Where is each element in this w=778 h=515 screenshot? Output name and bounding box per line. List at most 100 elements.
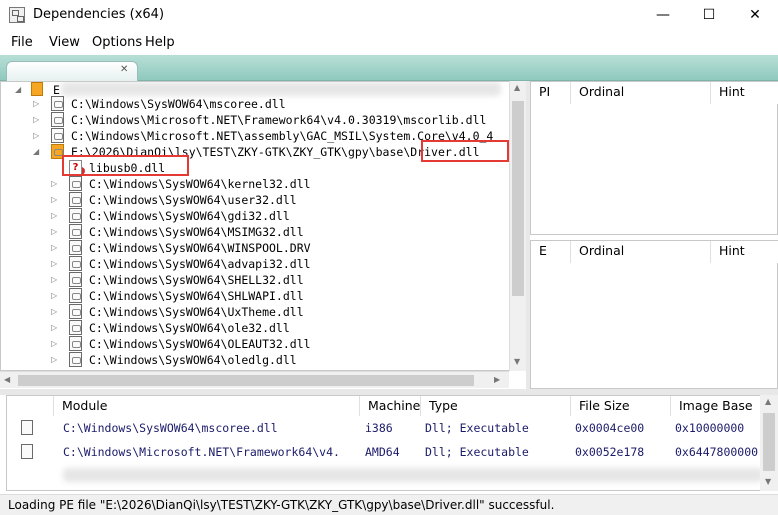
- module-file-icon: [21, 444, 33, 459]
- module-icon: [31, 82, 43, 96]
- module-file-icon: [69, 208, 82, 223]
- scroll-down-icon[interactable]: ▼: [514, 357, 520, 366]
- column-ordinal[interactable]: Ordinal: [571, 82, 711, 104]
- expand-icon[interactable]: ▷: [51, 211, 57, 220]
- module-image-base: 0x10000000: [675, 421, 745, 435]
- module-image-base: 0x6447800000: [675, 445, 759, 459]
- column-hint[interactable]: Hint: [711, 241, 778, 263]
- column-icon: [7, 396, 54, 416]
- tree-item-label: C:\Windows\SysWOW64\user32.dll: [89, 193, 297, 207]
- column-machine[interactable]: Machine: [360, 396, 421, 416]
- column-type[interactable]: Type: [421, 396, 571, 416]
- expand-icon[interactable]: ▷: [51, 259, 57, 268]
- expand-icon[interactable]: ▷: [51, 339, 57, 348]
- module-file-icon: [51, 128, 64, 143]
- module-machine: AMD64: [365, 445, 400, 459]
- tree-horizontal-scrollbar[interactable]: ◀ ▶: [0, 371, 509, 388]
- scroll-right-icon[interactable]: ▶: [494, 375, 500, 384]
- collapse-icon[interactable]: ◢: [15, 85, 21, 94]
- scroll-thumb[interactable]: [763, 413, 775, 471]
- close-button[interactable]: ✕: [732, 0, 778, 30]
- column-image-base[interactable]: Image Base: [671, 396, 771, 416]
- title-bar: Dependencies (x64) — ☐ ✕: [0, 0, 778, 30]
- module-file-icon: [51, 112, 64, 127]
- tab-strip: ✕: [0, 55, 778, 81]
- menu-file[interactable]: File: [11, 35, 33, 50]
- tree-item-label: C:\Windows\SysWOW64\OLEAUT32.dll: [89, 337, 311, 351]
- module-file-icon: [21, 420, 33, 435]
- module-file-icon: [69, 192, 82, 207]
- tree-item-label: C:\Windows\SysWOW64\mscoree.dll: [71, 97, 286, 111]
- highlight-box-libusb: [62, 155, 189, 176]
- module-file-icon: [69, 176, 82, 191]
- tree-item-label: C:\Windows\SysWOW64\ole32.dll: [89, 321, 290, 335]
- module-machine: i386: [365, 421, 393, 435]
- tree-item-label: C:\Windows\SysWOW64\SHLWAPI.dll: [89, 289, 304, 303]
- scroll-down-icon[interactable]: ▼: [765, 477, 771, 486]
- expand-icon[interactable]: ▷: [33, 115, 39, 124]
- menu-view[interactable]: View: [49, 35, 80, 50]
- column-ordinal[interactable]: Ordinal: [571, 241, 711, 263]
- scroll-up-icon[interactable]: ▲: [514, 83, 520, 92]
- module-row[interactable]: C:\Windows\Microsoft.NET\Framework64\v4.…: [7, 441, 767, 465]
- expand-icon[interactable]: ▷: [51, 323, 57, 332]
- tree-item-label: C:\Windows\SysWOW64\MSIMG32.dll: [89, 225, 304, 239]
- scroll-thumb[interactable]: [512, 101, 524, 296]
- module-row[interactable]: C:\Windows\SysWOW64\mscoree.dll i386 Dll…: [7, 417, 767, 441]
- tree-vertical-scrollbar[interactable]: ▲ ▼: [509, 81, 526, 371]
- exports-list[interactable]: E Ordinal Hint: [530, 240, 778, 389]
- module-file-size: 0x0004ce00: [575, 421, 645, 435]
- expand-icon[interactable]: ▷: [51, 227, 57, 236]
- module-file-icon: [69, 352, 82, 367]
- app-icon: [9, 7, 25, 23]
- minimize-button[interactable]: —: [640, 0, 686, 30]
- tree-item-label: C:\Windows\SysWOW64\kernel32.dll: [89, 177, 311, 191]
- module-file-icon: [69, 320, 82, 335]
- tree-item-label: C:\Windows\SysWOW64\WINSPOOL.DRV: [89, 241, 311, 255]
- dependency-tree[interactable]: ◢ E ▷ C:\Windows\SysWOW64\mscoree.dll ▷ C:\…: [0, 81, 526, 371]
- column-file-size[interactable]: File Size: [571, 396, 671, 416]
- tree-item-label: C:\Windows\SysWOW64\oledlg.dll: [89, 353, 297, 367]
- expand-icon[interactable]: ▷: [51, 275, 57, 284]
- status-text: Loading PE file "E:\2026\DianQi\lsy\TEST…: [8, 498, 555, 512]
- modules-vertical-scrollbar[interactable]: ▲ ▼: [760, 395, 778, 491]
- module-file-icon: [69, 272, 82, 287]
- scroll-left-icon[interactable]: ◀: [4, 375, 10, 384]
- tree-item-label: C:\Windows\Microsoft.NET\Framework64\v4.…: [71, 113, 487, 127]
- modules-list[interactable]: Module Machine Type File Size Image Base…: [6, 395, 778, 491]
- expand-icon[interactable]: ▷: [51, 195, 57, 204]
- module-type: Dll; Executable: [425, 445, 529, 459]
- tree-item-label: C:\Windows\SysWOW64\advapi32.dll: [89, 257, 311, 271]
- imports-list[interactable]: PI Ordinal Hint: [530, 81, 778, 235]
- module-file-icon: [69, 256, 82, 271]
- expand-icon[interactable]: ▷: [33, 99, 39, 108]
- scroll-up-icon[interactable]: ▲: [765, 397, 771, 406]
- document-tab[interactable]: [6, 61, 138, 81]
- tab-close-icon[interactable]: ✕: [120, 64, 128, 75]
- status-bar: Loading PE file "E:\2026\DianQi\lsy\TEST…: [0, 494, 778, 515]
- expand-icon[interactable]: ▷: [51, 307, 57, 316]
- menu-options[interactable]: Options: [92, 35, 142, 50]
- module-type: Dll; Executable: [425, 421, 529, 435]
- expand-icon[interactable]: ▷: [33, 131, 39, 140]
- tree-item-label: C:\Windows\SysWOW64\gdi32.dll: [89, 209, 290, 223]
- expand-icon[interactable]: ▷: [51, 243, 57, 252]
- tree-item-label: C:\Windows\SysWOW64\UxTheme.dll: [89, 305, 304, 319]
- highlight-box-driver: [421, 140, 509, 162]
- expand-icon[interactable]: ▷: [51, 355, 57, 364]
- collapse-icon[interactable]: ◢: [33, 147, 39, 156]
- column-hint[interactable]: Hint: [711, 82, 778, 104]
- expand-icon[interactable]: ▷: [51, 291, 57, 300]
- column-pi[interactable]: PI: [531, 82, 571, 104]
- tree-root-label: E: [53, 83, 60, 97]
- column-module[interactable]: Module: [54, 396, 360, 416]
- expand-icon[interactable]: ▷: [51, 179, 57, 188]
- module-file-icon: [51, 96, 64, 111]
- menu-help[interactable]: Help: [145, 35, 175, 50]
- blurred-region: [63, 468, 763, 482]
- module-path: C:\Windows\SysWOW64\mscoree.dll: [63, 421, 278, 435]
- column-e[interactable]: E: [531, 241, 571, 263]
- menu-bar: File View Options Help: [0, 31, 778, 55]
- maximize-button[interactable]: ☐: [686, 0, 732, 30]
- scroll-thumb[interactable]: [18, 375, 474, 386]
